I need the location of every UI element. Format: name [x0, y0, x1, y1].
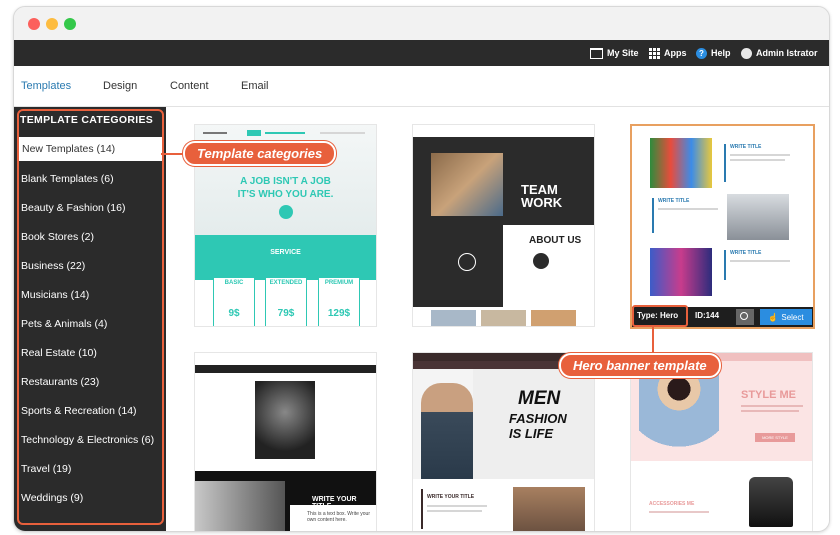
help-link[interactable]: ? Help: [696, 40, 731, 66]
user-menu[interactable]: Admin Istrator: [741, 40, 818, 66]
help-icon: ?: [696, 47, 707, 59]
help-label: Help: [711, 48, 731, 58]
fashion-is-life-heading: FASHION IS LIFE: [509, 411, 567, 441]
my-site-link[interactable]: My Site: [590, 40, 639, 66]
hero-callout-line: [652, 325, 654, 355]
apps-label: Apps: [664, 48, 687, 58]
service-band: SERVICE: [195, 235, 376, 280]
model-photo: [195, 481, 285, 531]
wires-photo: [650, 248, 712, 296]
sidebar-item-musicians[interactable]: Musicians (14): [21, 289, 89, 301]
car-icon: [458, 253, 476, 271]
top-navigation-bar: My Site Apps ? Help Admin Istrator: [14, 40, 829, 66]
tab-content[interactable]: Content: [170, 80, 209, 92]
sidebar-item-sports-recreation[interactable]: Sports & Recreation (14): [21, 405, 137, 417]
template-action-bar: Type: Hero ID:144 ☝ Select: [632, 305, 813, 327]
avatar-icon: [741, 47, 752, 59]
minimize-window-button[interactable]: [46, 18, 58, 30]
sidebar-title: TEMPLATE CATEGORIES: [20, 114, 154, 126]
man-portrait-photo: [513, 487, 585, 531]
template-headline: A JOB ISN'T A JOB IT'S WHO YOU ARE.: [237, 176, 334, 200]
template-grid: A JOB ISN'T A JOB IT'S WHO YOU ARE. SERVI…: [166, 107, 829, 531]
template-card-teamwork[interactable]: TEAM WORK ABOUT US: [412, 124, 595, 327]
office-photo: [727, 194, 789, 240]
user-name: Admin Istrator: [756, 48, 818, 58]
my-site-label: My Site: [607, 48, 639, 58]
template-card-men-fashion[interactable]: MEN FASHION IS LIFE WRITE YOUR TITLE: [412, 352, 595, 531]
template-card-monochrome[interactable]: WRITE YOUR TITLE This is a text box. Wri…: [194, 352, 377, 531]
men-fashion-heading: MEN: [518, 388, 561, 409]
template-card-style-me[interactable]: STYLE ME MORE STYLE ACCESSORIES ME: [630, 352, 813, 531]
grid-icon: [649, 47, 660, 59]
sidebar-item-technology-electronics[interactable]: Technology & Electronics (6): [21, 434, 154, 446]
sidebar-item-book-stores[interactable]: Book Stores (2): [21, 231, 94, 243]
about-us-heading: ABOUT US: [529, 235, 582, 246]
sidebar-item-beauty-fashion[interactable]: Beauty & Fashion (16): [21, 202, 125, 214]
hero-banner-callout: Hero banner template: [559, 353, 721, 378]
clock-icon: [533, 253, 549, 269]
sidebar-item-travel[interactable]: Travel (19): [21, 463, 71, 475]
main-tabs: Templates Design Content Email: [14, 66, 829, 107]
sidebar-item-pets-animals[interactable]: Pets & Animals (4): [21, 318, 107, 330]
pricing-basic: BASIC 9$: [213, 277, 255, 326]
template-card-hero[interactable]: WRITE TITLE WRITE TITLE WRITE TITLE Type…: [630, 124, 815, 329]
sidebar-item-real-estate[interactable]: Real Estate (10): [21, 347, 97, 359]
monitor-icon: [590, 47, 603, 59]
sidebar-item-business[interactable]: Business (22): [21, 260, 85, 272]
select-template-button[interactable]: ☝ Select: [760, 309, 812, 325]
team-photo: [431, 153, 503, 216]
team-work-heading: TEAM WORK: [521, 182, 563, 210]
handbag-photo: [749, 477, 793, 527]
preview-search-button[interactable]: [736, 309, 754, 325]
pricing-extended: EXTENDED 79$: [265, 277, 307, 326]
template-categories-callout: Template categories: [183, 141, 337, 166]
sidebar-item-blank-templates[interactable]: Blank Templates (6): [21, 173, 114, 185]
man-model-photo: [421, 383, 473, 479]
template-id-label: ID:144: [695, 311, 720, 320]
template-type-label: Type: Hero: [637, 311, 679, 320]
browser-window: My Site Apps ? Help Admin Istrator Templ…: [13, 6, 830, 532]
woman-model-photo: [639, 371, 719, 461]
apps-link[interactable]: Apps: [649, 40, 687, 66]
tab-email[interactable]: Email: [241, 80, 269, 92]
sidebar-item-restaurants[interactable]: Restaurants (23): [21, 376, 99, 388]
sidebar-item-weddings[interactable]: Weddings (9): [21, 492, 83, 504]
play-icon: [279, 205, 293, 219]
more-style-button: MORE STYLE: [755, 433, 795, 442]
pointer-hand-icon: ☝: [768, 312, 779, 322]
style-me-heading: STYLE ME: [741, 389, 797, 401]
template-categories-sidebar: New Templates (14) TEMPLATE CATEGORIES B…: [14, 107, 166, 531]
maximize-window-button[interactable]: [64, 18, 76, 30]
cables-photo: [650, 138, 712, 188]
search-icon: [740, 312, 748, 320]
categories-callout-line: [161, 153, 185, 155]
tab-templates[interactable]: Templates: [21, 80, 71, 92]
portrait-photo: [255, 381, 315, 459]
tab-design[interactable]: Design: [103, 80, 137, 92]
pricing-premium: PREMIUM 129$: [318, 277, 360, 326]
close-window-button[interactable]: [28, 18, 40, 30]
window-titlebar: [14, 7, 829, 40]
